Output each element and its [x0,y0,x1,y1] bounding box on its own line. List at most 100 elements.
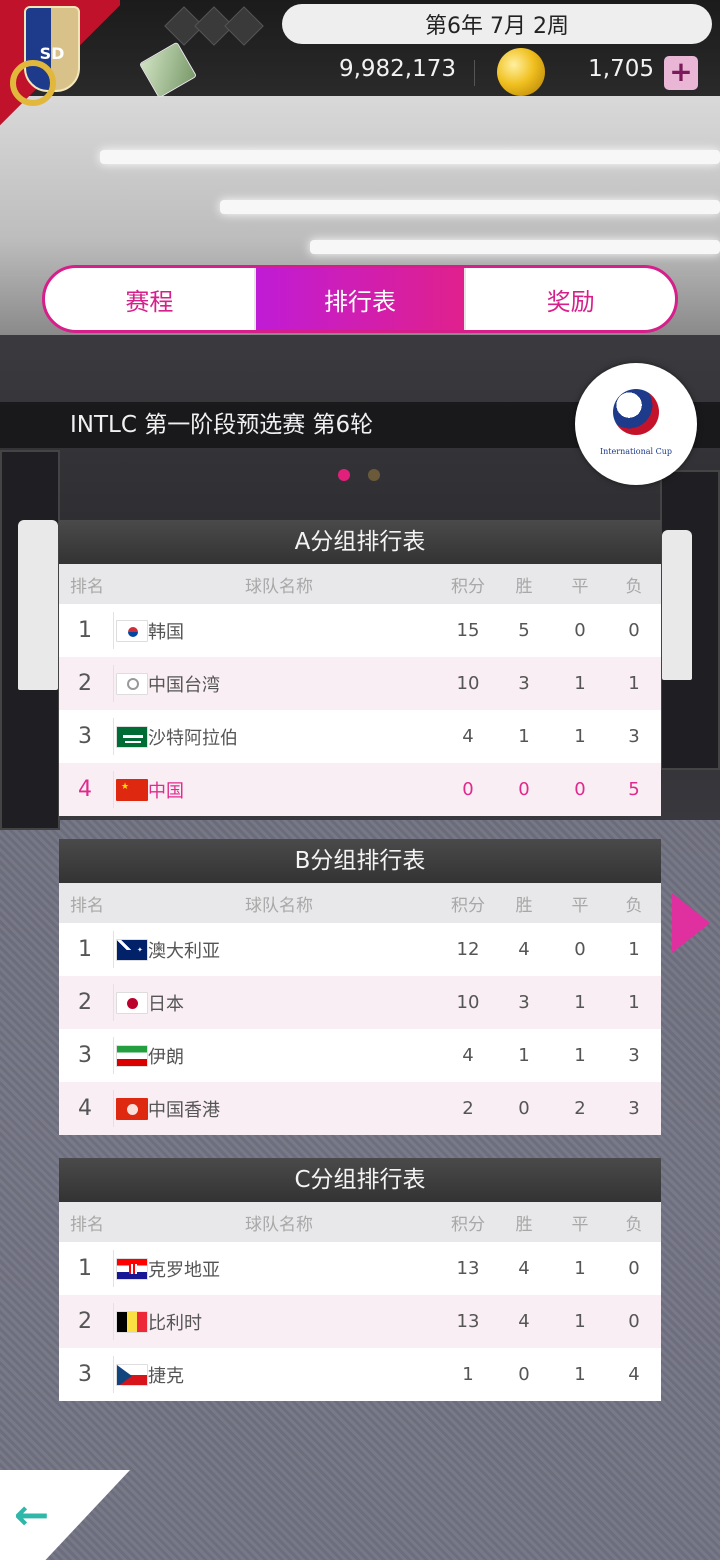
rank-cell: 4 [78,1096,92,1121]
next-page-arrow-icon[interactable] [672,893,710,953]
china-flag-icon: ★ [116,763,148,816]
col-rank: 排名 [70,895,104,916]
tab-standings[interactable]: 排行表 [255,268,467,330]
australia-flag-icon: ✦ [116,923,148,976]
team-name: 日本 [148,993,184,1015]
row-divider [113,612,114,649]
col-team: 球队名称 [245,895,313,916]
points-cell: 4 [462,726,474,747]
team-name: 中国台湾 [148,674,220,696]
croatia-flag-icon [116,1242,148,1295]
points-cell: 0 [462,779,474,800]
draws-cell: 1 [574,1364,586,1385]
belgium-flag-icon [116,1295,148,1348]
cup-ball-icon [613,389,659,435]
table-row[interactable]: 3 捷克 1 0 1 4 [59,1348,661,1401]
losses-cell: 1 [628,939,640,960]
team-name: 澳大利亚 [148,940,220,962]
table-row[interactable]: 2 比利时 13 4 1 0 [59,1295,661,1348]
wins-cell: 4 [518,939,530,960]
draws-cell: 1 [574,726,586,747]
group-title: A分组排行表 [59,520,661,564]
table-row[interactable]: 2 中国台湾 10 3 1 1 [59,657,661,710]
tab-schedule[interactable]: 赛程 [45,268,256,330]
rank-cell: 3 [78,1043,92,1068]
decor-diamonds [160,6,270,46]
draws-cell: 1 [574,1258,586,1279]
draws-cell: 2 [574,1098,586,1119]
row-divider [113,984,114,1021]
col-draws: 平 [571,576,589,597]
page-dot-active[interactable] [338,469,350,481]
group-title: B分组排行表 [59,839,661,883]
wins-cell: 5 [518,620,530,641]
money-value: 9,982,173 [338,56,456,82]
table-row[interactable]: 4 中国香港 2 0 2 3 [59,1082,661,1135]
add-coins-button[interactable]: + [664,56,698,90]
draws-cell: 0 [574,939,586,960]
draws-cell: 1 [574,992,586,1013]
team-name: 沙特阿拉伯 [148,727,238,749]
losses-cell: 3 [628,1098,640,1119]
col-losses: 负 [625,895,643,916]
wins-cell: 1 [518,1045,530,1066]
back-arrow-icon[interactable]: ← [14,1490,49,1539]
page-dot[interactable] [368,469,380,481]
group-standings-panel: B分组排行表 排名 球队名称 积分 胜 平 负 1 ✦ 澳大利亚 12 4 0 … [59,839,661,1135]
wins-cell: 0 [518,1364,530,1385]
team-name: 中国香港 [148,1099,220,1121]
table-row[interactable]: 3 沙特阿拉伯 4 1 1 3 [59,710,661,763]
col-wins: 胜 [515,895,533,916]
iran-flag-icon [116,1029,148,1082]
group-standings-panel: C分组排行表 排名 球队名称 积分 胜 平 负 1 克罗地亚 13 4 1 0 … [59,1158,661,1401]
team-name: 克罗地亚 [148,1259,220,1281]
international-cup-logo: International Cup [575,363,697,485]
col-draws: 平 [571,895,589,916]
wins-cell: 1 [518,726,530,747]
team-name: 捷克 [148,1365,184,1387]
wins-cell: 3 [518,673,530,694]
points-cell: 13 [456,1311,480,1332]
losses-cell: 5 [628,779,640,800]
col-points: 积分 [451,1214,485,1235]
losses-cell: 1 [628,673,640,694]
losses-cell: 1 [628,992,640,1013]
col-rank: 排名 [70,1214,104,1235]
table-row[interactable]: 4 ★ 中国 0 0 0 5 [59,763,661,816]
row-divider [113,1356,114,1393]
table-header: 排名 球队名称 积分 胜 平 负 [59,883,661,923]
row-divider [113,665,114,702]
page-indicator [338,469,388,483]
wins-cell: 0 [518,779,530,800]
wins-cell: 0 [518,1098,530,1119]
tab-rewards[interactable]: 奖励 [466,268,675,330]
draws-cell: 1 [574,1311,586,1332]
wins-cell: 3 [518,992,530,1013]
row-divider [113,931,114,968]
table-header: 排名 球队名称 积分 胜 平 负 [59,1202,661,1242]
table-row[interactable]: 2 日本 10 3 1 1 [59,976,661,1029]
row-divider [113,1250,114,1287]
team-name: 中国 [148,780,184,802]
points-cell: 4 [462,1045,474,1066]
coin-icon [497,48,545,96]
group-standings-panel: A分组排行表 排名 球队名称 积分 胜 平 负 1 韩国 15 5 0 0 2 … [59,520,661,816]
hong-kong-flag-icon [116,1082,148,1135]
divider [474,60,475,86]
korea-flag-icon [116,604,148,657]
rank-cell: 1 [78,1256,92,1281]
col-team: 球队名称 [245,576,313,597]
losses-cell: 0 [628,1311,640,1332]
col-draws: 平 [571,1214,589,1235]
wins-cell: 4 [518,1258,530,1279]
rank-cell: 2 [78,671,92,696]
table-header: 排名 球队名称 积分 胜 平 负 [59,564,661,604]
col-team: 球队名称 [245,1214,313,1235]
table-row[interactable]: 3 伊朗 4 1 1 3 [59,1029,661,1082]
col-rank: 排名 [70,576,104,597]
table-row[interactable]: 1 ✦ 澳大利亚 12 4 0 1 [59,923,661,976]
table-row[interactable]: 1 韩国 15 5 0 0 [59,604,661,657]
points-cell: 12 [456,939,480,960]
table-row[interactable]: 1 克罗地亚 13 4 1 0 [59,1242,661,1295]
col-wins: 胜 [515,1214,533,1235]
